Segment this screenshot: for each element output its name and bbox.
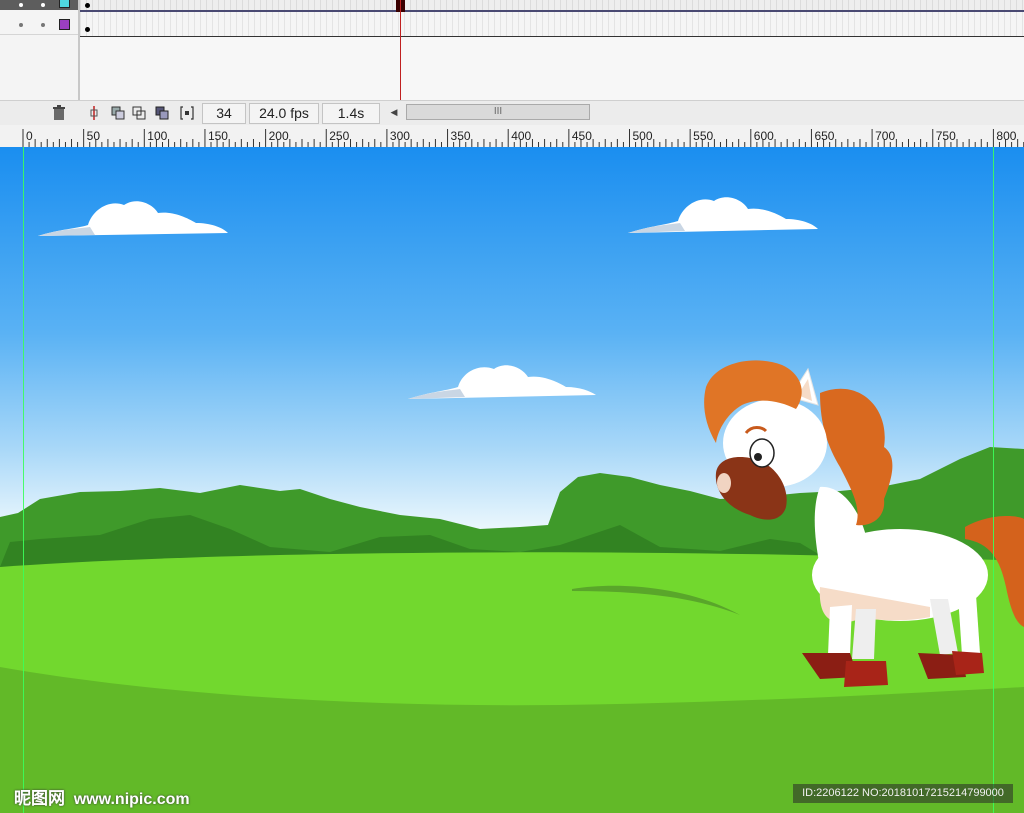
frame-rate-field[interactable]: 24.0 fps bbox=[249, 103, 319, 124]
ruler-label: 0 bbox=[26, 129, 33, 143]
center-frame-icon[interactable] bbox=[86, 105, 102, 121]
stage-canvas[interactable] bbox=[0, 147, 1024, 813]
trash-icon[interactable] bbox=[51, 105, 67, 121]
onion-skin-icon[interactable] bbox=[110, 105, 126, 121]
ruler-label: 300 bbox=[390, 129, 410, 143]
visibility-dot-icon[interactable] bbox=[19, 3, 23, 7]
scroll-thumb[interactable]: III bbox=[406, 104, 590, 120]
site-url-text: www.nipic.com bbox=[73, 791, 190, 808]
edit-multiple-frames-icon[interactable] bbox=[154, 105, 170, 121]
onion-skin-outlines-icon[interactable] bbox=[131, 105, 147, 121]
layer-color-swatch[interactable] bbox=[59, 0, 70, 8]
keyframe-icon[interactable] bbox=[85, 3, 90, 8]
stage-artwork[interactable] bbox=[0, 147, 1024, 813]
ruler-label: 700 bbox=[875, 129, 895, 143]
ruler-label: 200 bbox=[269, 129, 289, 143]
site-watermark: 昵图网 www.nipic.com bbox=[14, 784, 190, 809]
layer-list bbox=[0, 0, 80, 100]
ruler-label: 600 bbox=[754, 129, 774, 143]
horizontal-ruler: 0 50 100 150 200 250 300 350 400 450 500 550 600 650 7… bbox=[0, 125, 1024, 148]
lock-dot-icon[interactable] bbox=[41, 3, 45, 7]
layer-row[interactable] bbox=[0, 16, 78, 35]
scroll-left-arrow-icon[interactable]: ◀ bbox=[385, 104, 403, 121]
cloud-shape[interactable] bbox=[408, 365, 596, 399]
ruler-label: 100 bbox=[147, 129, 167, 143]
cloud-shape[interactable] bbox=[38, 201, 228, 236]
frames-grid[interactable] bbox=[80, 0, 1024, 100]
image-id-badge: ID:2206122 NO:20181017215214799000 bbox=[793, 784, 1013, 803]
ruler-label: 500 bbox=[633, 129, 653, 143]
guide-line[interactable] bbox=[23, 147, 24, 813]
frame-row[interactable] bbox=[80, 0, 1024, 12]
timeline-horizontal-scrollbar[interactable]: ◀ III bbox=[385, 104, 591, 121]
ruler-label: 550 bbox=[693, 129, 713, 143]
keyframe-icon[interactable] bbox=[85, 27, 90, 32]
frame-row[interactable] bbox=[80, 12, 1024, 37]
ruler-label: 150 bbox=[208, 129, 228, 143]
ruler-label: 50 bbox=[87, 129, 101, 143]
layer-color-swatch[interactable] bbox=[59, 19, 70, 30]
ruler-ticks: 0 50 100 150 200 250 300 350 400 450 500 550 600 650 7… bbox=[22, 129, 1024, 147]
modify-onion-markers-icon[interactable] bbox=[179, 105, 195, 121]
current-frame-field[interactable]: 34 bbox=[202, 103, 246, 124]
cloud-shape[interactable] bbox=[628, 197, 818, 233]
ruler-label: 450 bbox=[572, 129, 592, 143]
elapsed-time-field: 1.4s bbox=[322, 103, 380, 124]
ruler-label: 350 bbox=[451, 129, 471, 143]
playhead-line bbox=[400, 0, 401, 100]
ruler-label: 400 bbox=[511, 129, 531, 143]
guide-line[interactable] bbox=[993, 147, 994, 813]
visibility-dot-icon[interactable] bbox=[19, 23, 23, 27]
layer-row[interactable] bbox=[0, 0, 78, 10]
ruler-label: 250 bbox=[329, 129, 349, 143]
ruler-label: 750 bbox=[936, 129, 956, 143]
ruler-label: 800 bbox=[996, 129, 1016, 143]
timeline-status-bar: 34 24.0 fps 1.4s ◀ III bbox=[0, 100, 1024, 126]
ruler-label: 650 bbox=[814, 129, 834, 143]
timeline-panel bbox=[0, 0, 1024, 100]
site-logo-text: 昵图网 bbox=[14, 789, 65, 808]
lock-dot-icon[interactable] bbox=[41, 23, 45, 27]
